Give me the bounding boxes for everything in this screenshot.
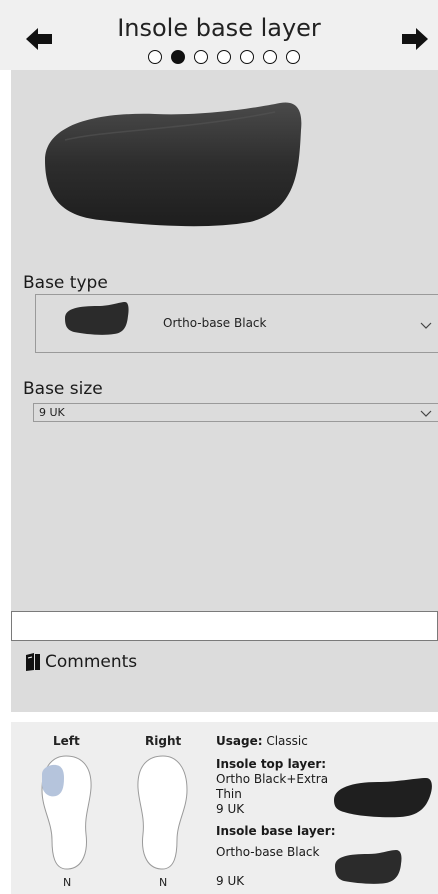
top-layer-label: Insole top layer: — [216, 757, 327, 771]
usage-row: Usage: Classic — [216, 734, 308, 748]
step-dot[interactable] — [263, 50, 277, 64]
order-summary: Left Right N N Usage: Classic Insole top… — [11, 722, 438, 894]
base-type-thumbnail — [62, 300, 130, 340]
usage-value: Classic — [266, 734, 308, 748]
step-dot[interactable] — [194, 50, 208, 64]
chevron-down-icon — [420, 410, 432, 417]
step-dot[interactable] — [217, 50, 231, 64]
chevron-down-icon — [420, 322, 432, 329]
base-layer-label: Insole base layer: — [216, 824, 336, 838]
usage-label: Usage: — [216, 734, 263, 748]
comments-label-row: Comments — [25, 652, 137, 672]
book-icon — [26, 653, 40, 671]
right-foot-outline-icon — [137, 755, 188, 870]
base-layer-thumbnail — [335, 850, 402, 884]
left-foot-width: N — [63, 876, 72, 889]
top-layer-size: 9 UK — [216, 802, 245, 816]
step-dot[interactable] — [286, 50, 300, 64]
step-dot-active[interactable] — [171, 50, 185, 64]
step-dot[interactable] — [148, 50, 162, 64]
right-foot-label: Right — [145, 734, 182, 748]
step-dot[interactable] — [240, 50, 254, 64]
comments-input[interactable] — [11, 611, 438, 641]
base-type-label: Base type — [23, 273, 108, 293]
right-foot-width: N — [159, 876, 168, 889]
base-layer-name: Ortho-base Black — [216, 845, 320, 859]
comments-label: Comments — [45, 652, 138, 672]
top-layer-thumbnail — [334, 778, 432, 818]
top-layer-name-1: Ortho Black+Extra — [216, 772, 329, 786]
step-indicator — [148, 50, 300, 64]
base-type-value: Ortho-base Black — [163, 316, 267, 330]
page-title: Insole base layer — [117, 14, 321, 42]
arrow-right-icon[interactable] — [400, 24, 430, 54]
base-type-dropdown[interactable]: Ortho-base Black — [35, 294, 438, 353]
arrow-left-icon[interactable] — [24, 24, 54, 54]
left-foot-outline-icon — [41, 755, 92, 870]
base-size-label: Base size — [23, 379, 103, 399]
top-layer-name-2: Thin — [216, 787, 242, 801]
header-bar: Insole base layer — [0, 0, 438, 70]
insole-preview-image — [35, 100, 307, 234]
left-foot-label: Left — [53, 734, 80, 748]
base-size-value: 9 UK — [39, 406, 65, 419]
base-size-dropdown[interactable]: 9 UK — [33, 403, 438, 422]
base-layer-size: 9 UK — [216, 874, 245, 888]
